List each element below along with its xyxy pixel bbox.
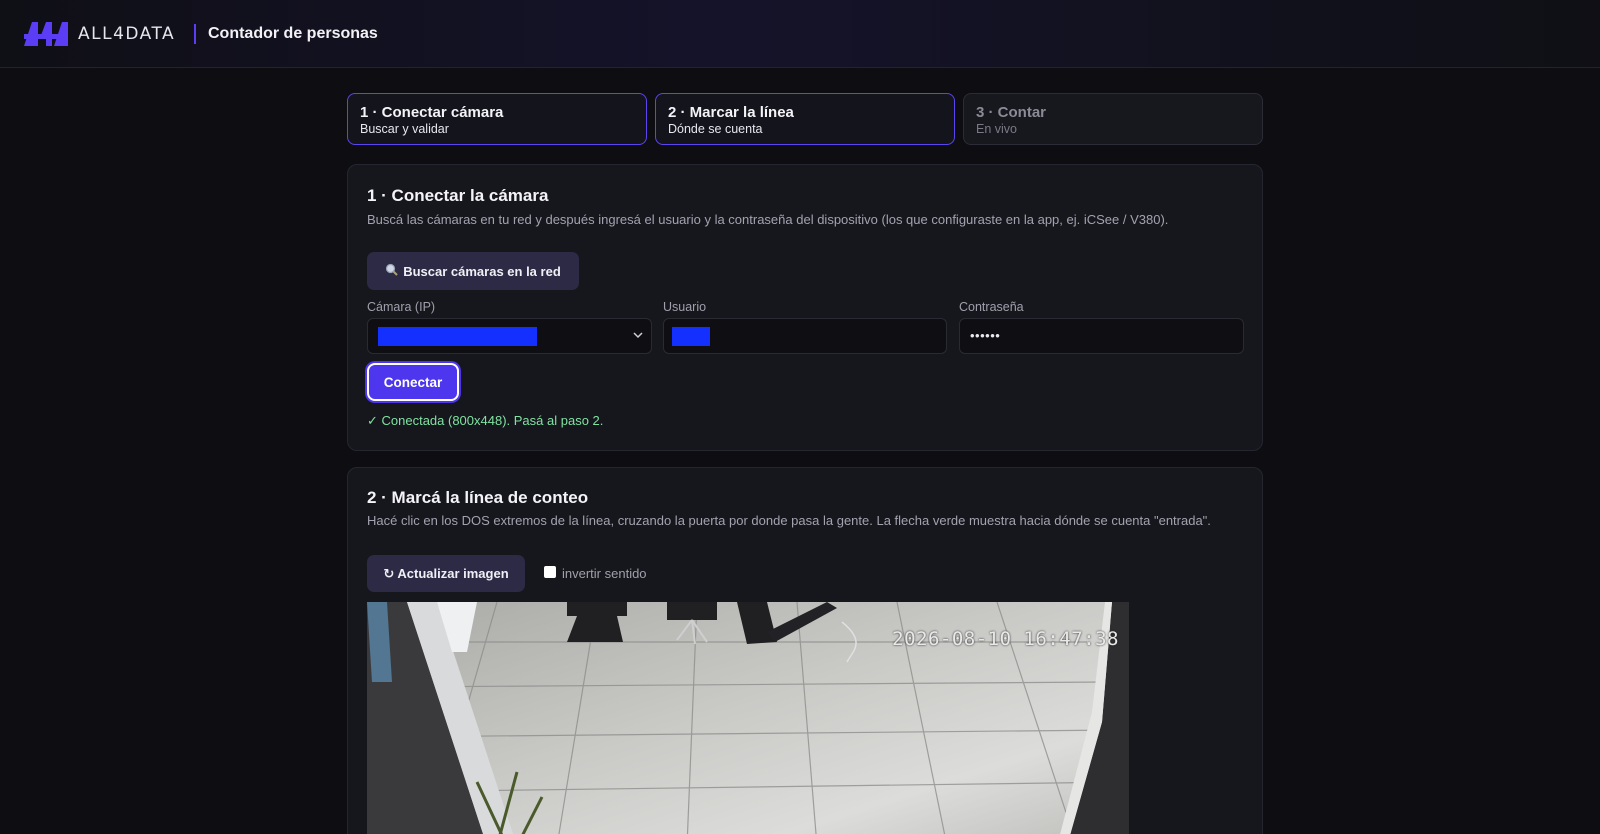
connect-heading: 1 · Conectar la cámara (367, 186, 549, 205)
password-input[interactable]: •••••• (959, 318, 1244, 354)
refresh-image-button[interactable]: ↻ Actualizar imagen (367, 555, 525, 592)
search-cameras-label: Buscar cámaras en la red (403, 263, 561, 279)
camera-select[interactable] (367, 318, 652, 354)
line-description: Hacé clic en los DOS extremos de la líne… (367, 513, 1211, 528)
redacted-value (378, 327, 537, 346)
connection-status: ✓ Conectada (800x448). Pasá al paso 2. (367, 413, 604, 428)
search-cameras-button[interactable]: Buscar cámaras en la red (367, 252, 579, 290)
step-tab-count[interactable]: 3 · Contar En vivo (963, 93, 1263, 145)
brand-name: ALL4DATA (78, 24, 176, 44)
refresh-image-label: ↻ Actualizar imagen (383, 565, 509, 581)
page-title: Contador de personas (208, 25, 378, 42)
step-subtitle: Dónde se cuenta (668, 122, 763, 136)
invert-direction-toggle[interactable]: invertir sentido (544, 565, 647, 581)
magnifier-icon (385, 263, 398, 279)
connect-card: 1 · Conectar la cámara Buscá las cámaras… (347, 164, 1263, 451)
brand-logo (22, 18, 72, 48)
connect-button[interactable]: Conectar (367, 363, 459, 401)
password-value: •••••• (970, 328, 1001, 343)
camera-snapshot[interactable]: 2026-08-10 16:47:38 (367, 602, 1129, 834)
step-subtitle: Buscar y validar (360, 122, 449, 136)
user-input[interactable] (663, 318, 947, 354)
step-tab-line[interactable]: 2 · Marcar la línea Dónde se cuenta (655, 93, 955, 145)
brand-logo-icon (24, 22, 68, 46)
chevron-down-icon (633, 329, 643, 343)
camera-label: Cámara (IP) (367, 300, 436, 314)
invert-checkbox[interactable] (544, 565, 556, 578)
camera-timestamp: 2026-08-10 16:47:38 (892, 628, 1119, 650)
step-title: 1 · Conectar cámara (360, 104, 504, 121)
step-title: 3 · Contar (976, 104, 1047, 121)
header-divider (194, 24, 196, 44)
invert-label: invertir sentido (562, 566, 647, 581)
line-card: 2 · Marcá la línea de conteo Hacé clic e… (347, 467, 1263, 834)
password-label: Contraseña (959, 300, 1024, 314)
line-heading: 2 · Marcá la línea de conteo (367, 488, 589, 507)
step-subtitle: En vivo (976, 122, 1017, 136)
user-label: Usuario (663, 300, 707, 314)
step-title: 2 · Marcar la línea (668, 104, 794, 121)
step-tab-connect[interactable]: 1 · Conectar cámara Buscar y validar (347, 93, 647, 145)
connect-description: Buscá las cámaras en tu red y después in… (367, 212, 1169, 227)
redacted-value (672, 327, 710, 346)
top-bar: ALL4DATA Contador de personas (0, 0, 1600, 68)
